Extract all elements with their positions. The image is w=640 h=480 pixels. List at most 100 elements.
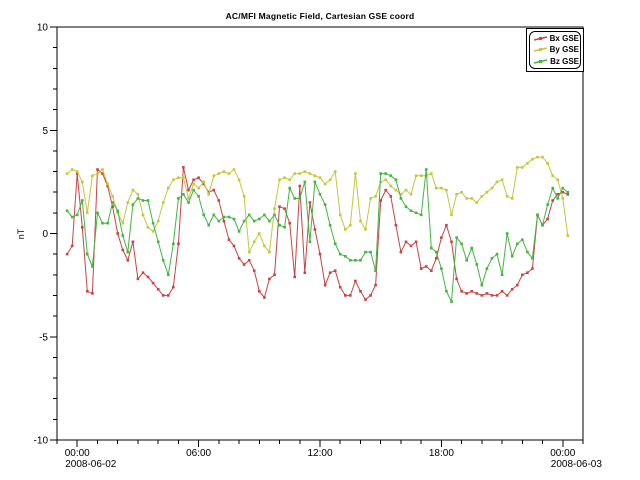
x-tick-label: 12:00 — [307, 448, 332, 459]
data-point — [460, 191, 463, 194]
magnetic-field-chart: AC/MFI Magnetic Field, Cartesian GSE coo… — [0, 0, 640, 480]
data-point — [359, 259, 362, 262]
data-point — [329, 271, 332, 274]
data-point — [511, 197, 514, 200]
data-point — [395, 189, 398, 192]
data-point — [541, 156, 544, 159]
data-point — [243, 220, 246, 223]
data-point — [349, 259, 352, 262]
bx-line-marker-icon — [533, 34, 548, 43]
data-point — [91, 174, 94, 177]
data-point — [440, 236, 443, 239]
data-point — [111, 195, 114, 198]
data-point — [511, 288, 514, 291]
data-point — [369, 197, 372, 200]
data-point — [147, 226, 150, 229]
data-point — [253, 269, 256, 272]
data-point — [116, 232, 119, 235]
data-point — [501, 290, 504, 293]
data-point — [127, 251, 130, 254]
data-point — [192, 179, 195, 182]
data-point — [516, 284, 519, 287]
data-point — [551, 199, 554, 202]
data-point — [268, 251, 271, 254]
data-point — [248, 259, 251, 262]
data-point — [177, 176, 180, 179]
legend-item-by: By GSE — [533, 44, 579, 55]
data-point — [491, 187, 494, 190]
data-point — [440, 187, 443, 190]
data-point — [384, 172, 387, 175]
data-point — [288, 187, 291, 190]
data-point — [293, 172, 296, 175]
legend-item-label: Bx GSE — [550, 34, 579, 43]
data-point — [96, 168, 99, 171]
y-tick-label: -10 — [34, 436, 49, 447]
data-point — [476, 263, 479, 266]
data-point — [167, 294, 170, 297]
data-point — [283, 207, 286, 210]
data-point — [516, 166, 519, 169]
data-point — [440, 267, 443, 270]
data-point — [293, 197, 296, 200]
data-point — [531, 257, 534, 260]
data-point — [111, 201, 114, 204]
data-point — [420, 174, 423, 177]
data-point — [157, 241, 160, 244]
data-point — [207, 224, 210, 227]
data-point — [238, 179, 241, 182]
data-point — [430, 172, 433, 175]
data-point — [293, 276, 296, 279]
data-point — [213, 189, 216, 192]
data-point — [81, 181, 84, 184]
data-point — [506, 294, 509, 297]
x-date-label: 2008-06-02 — [65, 459, 117, 470]
data-point — [465, 259, 468, 262]
data-point — [551, 174, 554, 177]
data-point — [536, 214, 539, 217]
data-point — [157, 288, 160, 291]
data-point — [349, 294, 352, 297]
data-point — [223, 220, 226, 223]
data-point — [309, 201, 312, 204]
data-point — [207, 193, 210, 196]
data-point — [364, 228, 367, 231]
data-point — [334, 170, 337, 173]
data-point — [450, 300, 453, 303]
data-point — [476, 201, 479, 204]
data-point — [491, 294, 494, 297]
data-point — [142, 199, 145, 202]
data-point — [324, 183, 327, 186]
data-point — [172, 179, 175, 182]
data-point — [213, 174, 216, 177]
data-point — [359, 290, 362, 293]
data-point — [187, 201, 190, 204]
data-point — [278, 179, 281, 182]
data-point — [218, 172, 221, 175]
plot-frame — [57, 27, 583, 440]
data-point — [319, 193, 322, 196]
data-point — [481, 195, 484, 198]
data-point — [91, 292, 94, 295]
data-point — [122, 222, 125, 225]
data-point — [71, 168, 74, 171]
data-point — [299, 197, 302, 200]
data-point — [410, 193, 413, 196]
data-point — [238, 230, 241, 233]
data-point — [526, 251, 529, 254]
data-point — [182, 166, 185, 169]
data-point — [556, 193, 559, 196]
data-point — [309, 172, 312, 175]
data-point — [268, 278, 271, 281]
data-point — [395, 224, 398, 227]
data-point — [162, 201, 165, 204]
data-point — [470, 197, 473, 200]
data-point — [258, 218, 261, 221]
x-tick-label: 00:00 — [65, 448, 90, 459]
data-point — [501, 179, 504, 182]
data-point — [496, 253, 499, 256]
data-point — [263, 296, 266, 299]
data-point — [268, 220, 271, 223]
data-point — [192, 189, 195, 192]
data-point — [263, 214, 266, 217]
